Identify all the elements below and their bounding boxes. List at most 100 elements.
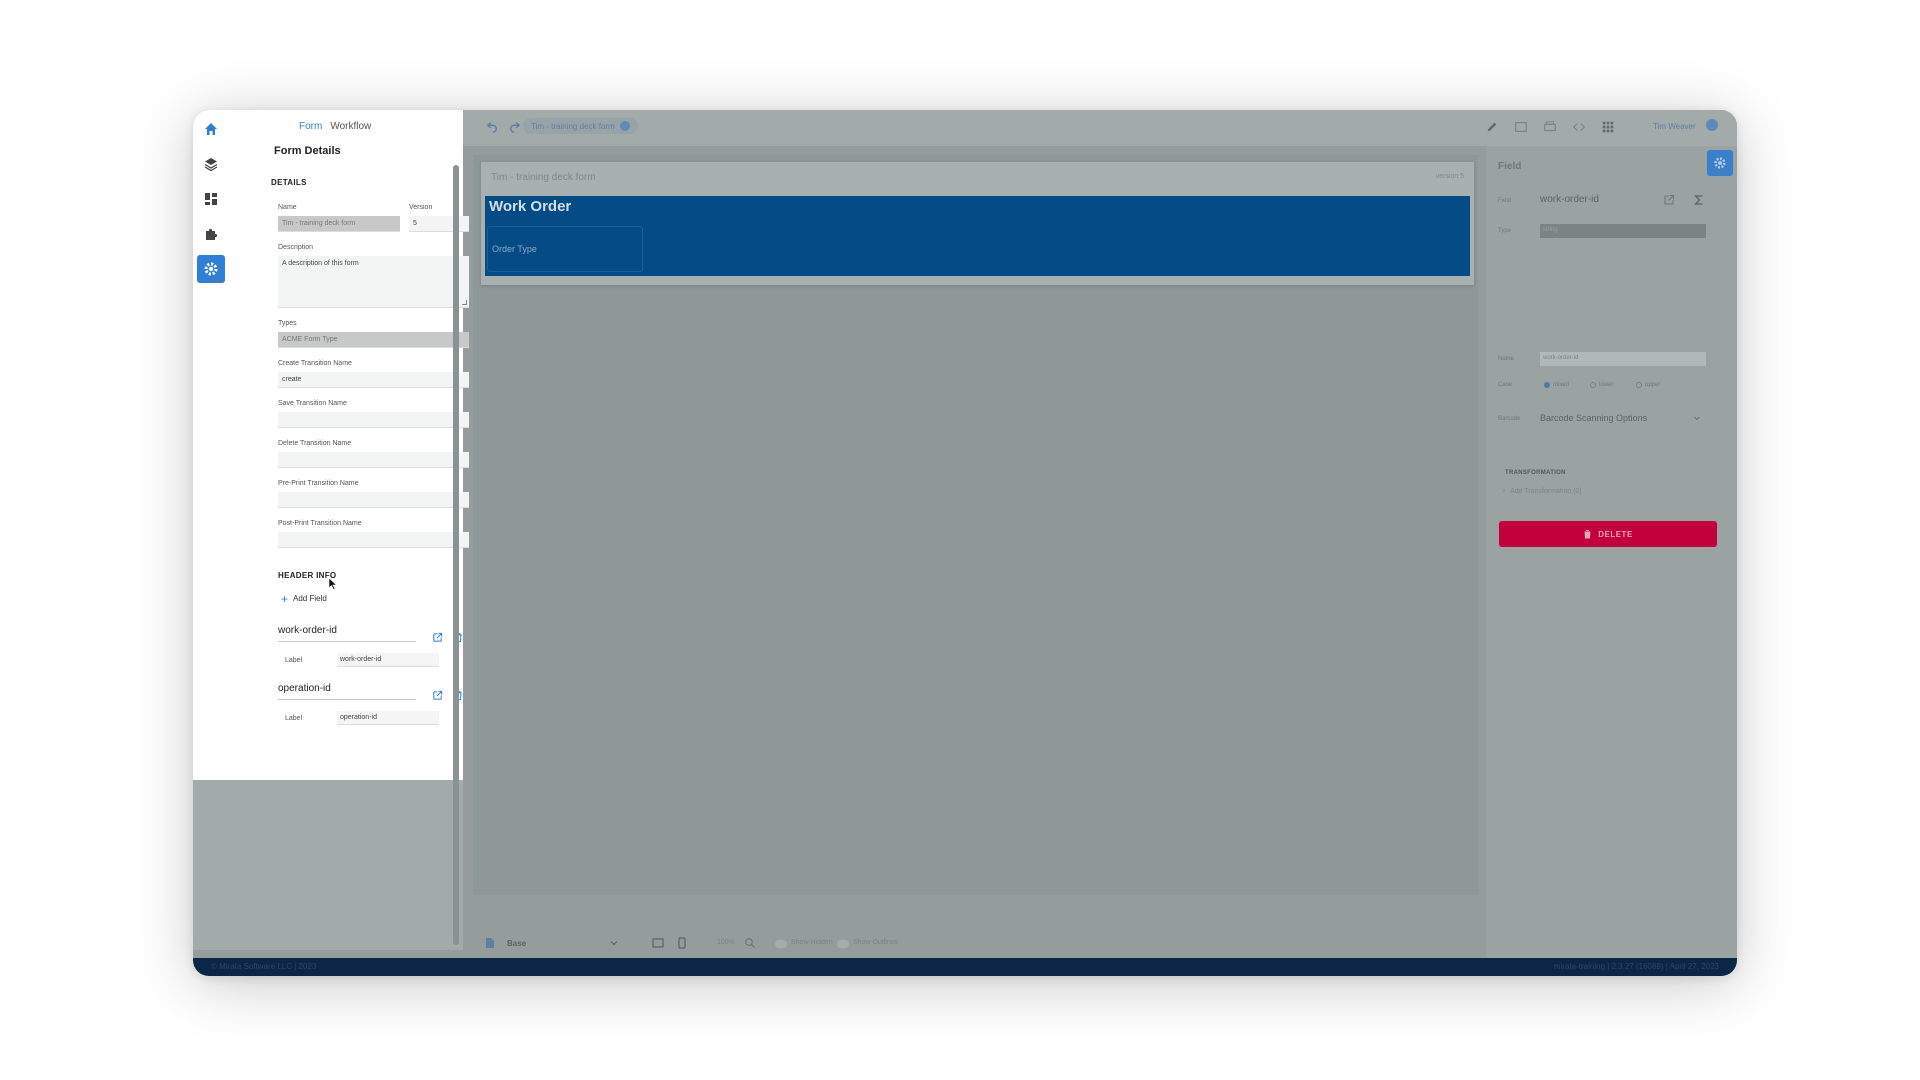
- user-avatar-icon[interactable]: [1706, 119, 1718, 131]
- type-field[interactable]: string: [1540, 224, 1706, 238]
- show-hidden-label: Show Hidden: [791, 939, 833, 946]
- left-icon-rail: [193, 110, 229, 780]
- version-field[interactable]: 5: [409, 216, 469, 232]
- name-label: Name: [1498, 356, 1515, 362]
- header-field-divider: [278, 641, 416, 642]
- description-field[interactable]: A description of this form: [278, 256, 469, 308]
- case-option-label: lower: [1599, 382, 1614, 388]
- show-hidden-toggle[interactable]: [775, 940, 787, 948]
- mouse-cursor-icon: [329, 578, 337, 590]
- radio-unselected-icon: [1590, 382, 1596, 388]
- postprint-transition-field[interactable]: [278, 532, 469, 548]
- edit-icon[interactable]: [1484, 119, 1500, 135]
- add-field-button[interactable]: + Add Field: [281, 591, 327, 606]
- version-label: Version: [409, 204, 433, 211]
- save-transition-field[interactable]: [278, 412, 469, 428]
- case-option-upper[interactable]: upper: [1636, 382, 1660, 388]
- field-label: Field: [1498, 198, 1512, 204]
- delete-transition-label: Delete Transition Name: [278, 440, 352, 447]
- plus-icon: +: [281, 591, 289, 606]
- section-title: Work Order: [489, 198, 572, 215]
- version-info-text: mirata-training | 2.3.27 (16089) | April…: [1553, 962, 1719, 971]
- open-in-new-icon[interactable]: [431, 631, 443, 643]
- chevron-down-icon[interactable]: [607, 936, 621, 950]
- order-type-field[interactable]: Order Type: [487, 226, 643, 272]
- extension-icon[interactable]: [197, 220, 225, 248]
- undo-icon[interactable]: [483, 119, 499, 135]
- radio-unselected-icon: [1636, 382, 1642, 388]
- name-label: Name: [278, 204, 297, 211]
- delete-field-button[interactable]: DELETE: [1499, 521, 1717, 547]
- app-footer: © Mirata Software LLC | 2023 mirata-trai…: [193, 958, 1737, 976]
- user-name[interactable]: Tim Weaver: [1653, 122, 1696, 131]
- open-in-new-icon[interactable]: [431, 689, 443, 701]
- header-field-label-input[interactable]: operation-id: [337, 711, 439, 725]
- plus-icon: +: [1502, 488, 1507, 495]
- description-label: Description: [278, 244, 314, 251]
- form-details-panel: Form Workflow Form Details DETAILS Name T…: [229, 110, 469, 780]
- header-field-name: work-order-id: [278, 625, 337, 636]
- view-selector[interactable]: Base: [507, 939, 526, 948]
- open-in-new-icon[interactable]: [1662, 193, 1676, 207]
- case-label: Case: [1498, 382, 1513, 388]
- breadcrumb-workflow-link[interactable]: Workflow: [330, 121, 371, 132]
- resize-handle-icon[interactable]: [462, 300, 467, 305]
- form-card-title: Tim - training deck form: [491, 172, 596, 183]
- form-card[interactable]: Tim - training deck form version 5 Work …: [481, 162, 1474, 285]
- header-field-label-input[interactable]: work-order-id: [337, 653, 439, 667]
- form-name-chip[interactable]: Tim - training deck form: [523, 118, 638, 134]
- name-field[interactable]: work-order-id: [1540, 352, 1706, 366]
- case-option-label: mixed: [1553, 382, 1570, 388]
- document-icon[interactable]: [483, 936, 497, 950]
- case-option-lower[interactable]: lower: [1590, 382, 1613, 388]
- layers-icon[interactable]: [197, 150, 225, 178]
- preprint-transition-field[interactable]: [278, 492, 469, 508]
- breadcrumb: Form Workflow: [299, 121, 371, 132]
- case-option-label: upper: [1645, 382, 1661, 388]
- panel-scrollbar[interactable]: [453, 165, 459, 945]
- header-field-name: operation-id: [278, 683, 331, 694]
- print-icon[interactable]: [1542, 119, 1558, 135]
- home-icon[interactable]: [197, 115, 225, 143]
- types-label: Types: [278, 320, 297, 327]
- settings-gear-icon[interactable]: [1707, 150, 1733, 176]
- radio-selected-icon: [1544, 382, 1550, 388]
- field-properties-panel: Field Field work-order-id Type string Na…: [1486, 146, 1737, 976]
- show-outlines-label: Show Outlines: [853, 939, 899, 946]
- barcode-select[interactable]: Barcode Scanning Options: [1540, 413, 1647, 423]
- app-window: Tim - training deck form Tim Weaver Form…: [193, 110, 1737, 976]
- delete-button-label: DELETE: [1598, 529, 1633, 539]
- panel-rail-dimmed: [193, 780, 463, 950]
- case-option-mixed[interactable]: mixed: [1544, 382, 1569, 388]
- work-order-section[interactable]: Work Order Order Type: [485, 196, 1470, 276]
- create-transition-label: Create Transition Name: [278, 360, 352, 367]
- add-transformation-button[interactable]: + Add Transformation (0): [1502, 488, 1582, 495]
- sigma-icon[interactable]: [1692, 193, 1706, 207]
- header-field-divider: [278, 699, 416, 700]
- delete-transition-field[interactable]: [278, 452, 469, 468]
- details-section-label: DETAILS: [271, 178, 307, 187]
- types-field[interactable]: ACME Form Type: [278, 332, 469, 348]
- breadcrumb-form-link[interactable]: Form: [299, 121, 322, 132]
- mobile-view-icon[interactable]: [675, 936, 689, 950]
- header-field-label-caption: Label: [285, 657, 303, 664]
- show-outlines-toggle[interactable]: [837, 940, 849, 948]
- type-label: Type: [1498, 228, 1512, 234]
- redo-icon[interactable]: [508, 119, 524, 135]
- header-field-label-caption: Label: [285, 715, 303, 722]
- apps-grid-icon[interactable]: [1600, 119, 1616, 135]
- code-icon[interactable]: [1571, 119, 1587, 135]
- zoom-level: 100%: [717, 939, 735, 946]
- chevron-down-icon[interactable]: [1690, 411, 1704, 425]
- name-field[interactable]: Tim - training deck form: [278, 216, 400, 232]
- preview-icon[interactable]: [1513, 119, 1529, 135]
- transformation-section-label: TRANSFORMATION: [1505, 470, 1566, 476]
- create-transition-field[interactable]: create: [278, 372, 469, 388]
- zoom-icon[interactable]: [743, 936, 757, 950]
- dashboard-icon[interactable]: [197, 185, 225, 213]
- desktop-view-icon[interactable]: [651, 936, 665, 950]
- canvas-bottom-bar: Base 100% Show Hidden Show Outlines: [473, 926, 1478, 960]
- settings-gear-icon[interactable]: [197, 255, 225, 283]
- preprint-transition-label: Pre-Print Transition Name: [278, 480, 359, 487]
- field-name-value: work-order-id: [1540, 194, 1599, 205]
